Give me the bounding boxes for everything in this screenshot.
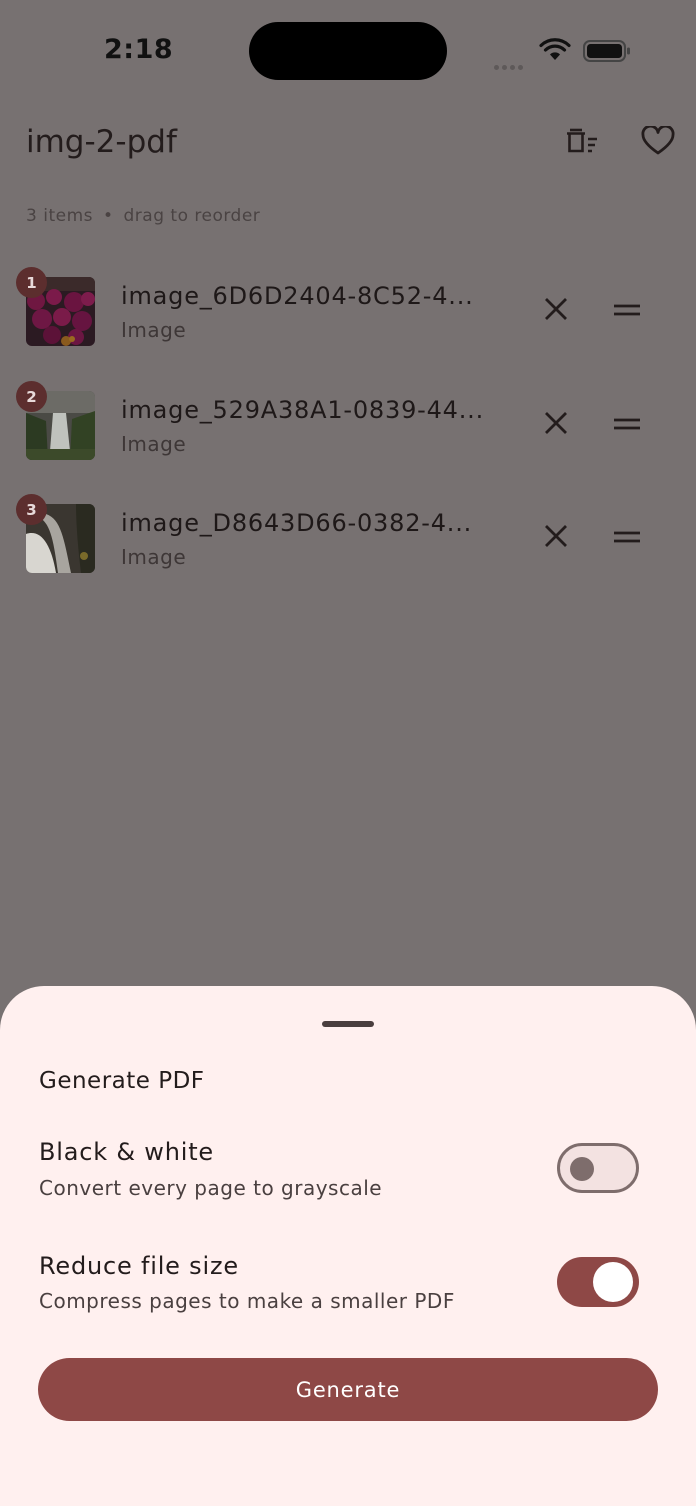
clear-all-button[interactable] [557, 120, 607, 166]
status-bar: 2:18 [0, 0, 696, 100]
list-item[interactable]: 1 image_6D6D2404-8C52-4... Image [0, 263, 696, 363]
drag-handle[interactable] [606, 405, 648, 445]
order-badge: 3 [16, 494, 47, 525]
toggle-knob [593, 1262, 633, 1302]
drag-handle[interactable] [606, 518, 648, 558]
drag-handle[interactable] [606, 291, 648, 331]
file-type: Image [121, 545, 187, 569]
generate-button[interactable]: Generate [38, 1358, 658, 1421]
remove-button[interactable] [536, 405, 576, 445]
file-name: image_6D6D2404-8C52-4... [121, 282, 474, 310]
toggle-knob [570, 1157, 594, 1181]
sheet-drag-handle[interactable] [322, 1021, 374, 1027]
close-icon [543, 523, 569, 553]
reduce-size-toggle[interactable] [557, 1257, 639, 1307]
reduce-size-description: Compress pages to make a smaller PDF [39, 1289, 455, 1313]
battery-icon [583, 39, 631, 63]
order-badge: 2 [16, 381, 47, 412]
item-count: 3 items [26, 206, 93, 226]
remove-button[interactable] [536, 291, 576, 331]
app-title: img-2-pdf [26, 124, 177, 160]
file-type: Image [121, 318, 187, 342]
separator: • [102, 206, 114, 226]
wifi-icon [539, 38, 571, 62]
drag-handle-icon [613, 529, 641, 548]
dynamic-island [249, 22, 447, 80]
status-time: 2:18 [104, 34, 174, 65]
drag-handle-icon [613, 302, 641, 321]
heart-icon [641, 124, 675, 160]
black-white-description: Convert every page to grayscale [39, 1176, 383, 1200]
file-name: image_529A38A1-0839-44... [121, 396, 485, 424]
remove-button[interactable] [536, 518, 576, 558]
favorite-button[interactable] [633, 120, 683, 166]
generate-pdf-sheet: Generate PDF Black & white Convert every… [0, 986, 696, 1506]
delete-sweep-icon [564, 126, 600, 160]
order-badge: 1 [16, 267, 47, 298]
list-item[interactable]: 3 image_D8643D66-0382-4... Image [0, 490, 696, 590]
reduce-size-title: Reduce file size [39, 1252, 239, 1280]
cellular-signal-icon [494, 55, 530, 70]
sheet-title: Generate PDF [39, 1068, 205, 1094]
list-summary: 3 items • drag to reorder [26, 206, 260, 226]
close-icon [543, 296, 569, 326]
close-icon [543, 410, 569, 440]
list-item[interactable]: 2 image_529A38A1-0839-44... Image [0, 377, 696, 477]
reorder-hint: drag to reorder [123, 206, 261, 226]
file-type: Image [121, 432, 187, 456]
file-name: image_D8643D66-0382-4... [121, 509, 473, 537]
black-white-title: Black & white [39, 1138, 214, 1166]
black-white-toggle[interactable] [557, 1143, 639, 1193]
drag-handle-icon [613, 416, 641, 435]
